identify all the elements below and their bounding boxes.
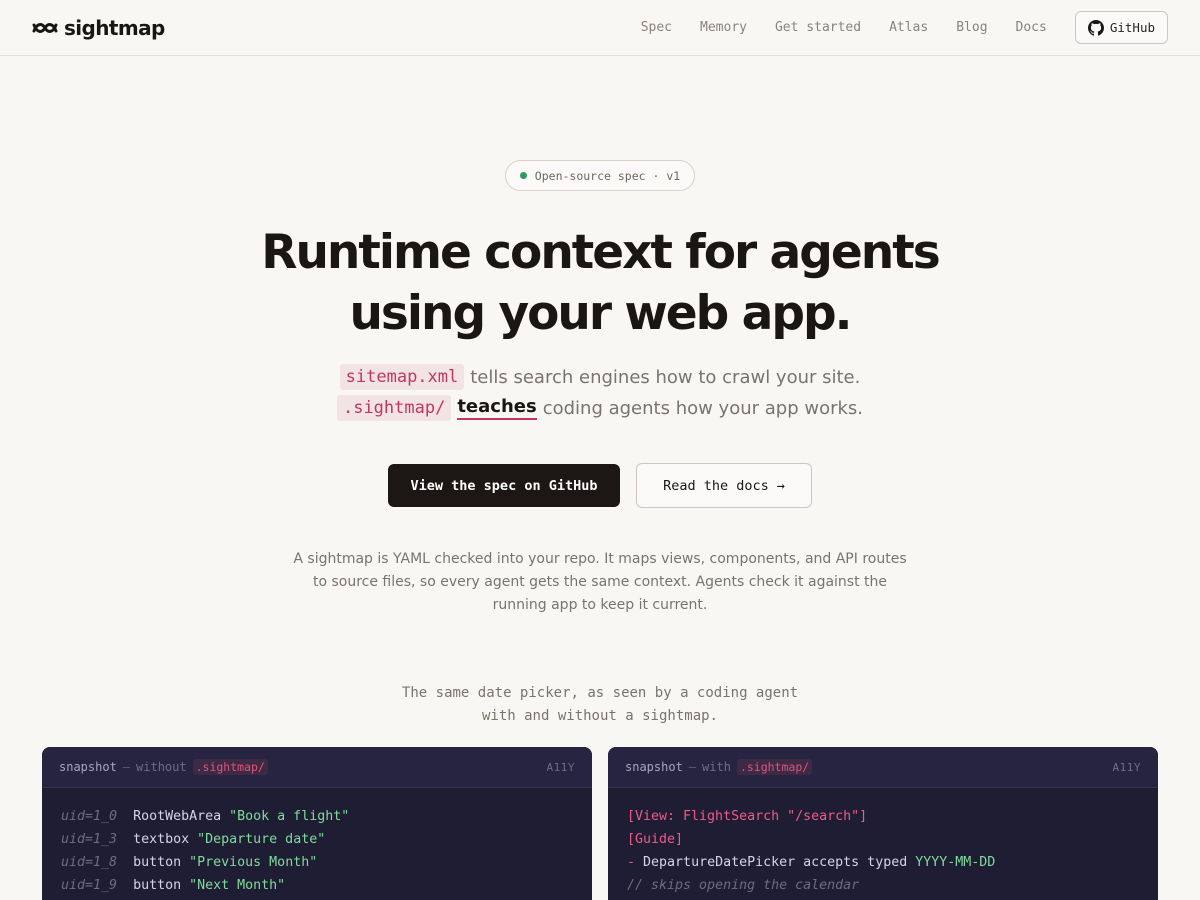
read-docs-label: Read the docs — [663, 477, 769, 494]
panel-tag: A11Y — [1112, 760, 1141, 774]
main-nav: Spec Memory Get started Atlas Blog Docs … — [641, 11, 1168, 44]
hero-title-line2: using your web app. — [349, 286, 852, 341]
github-label: GitHub — [1109, 20, 1155, 35]
code-line: uid=1_0 RootWebArea "Book a flight" — [61, 805, 573, 828]
comparison-caption-line2: with and without a sightmap. — [481, 708, 718, 724]
hero-description: A sightmap is YAML checked into your rep… — [293, 551, 907, 613]
panel-label: snapshot — [625, 760, 683, 774]
logo[interactable]: sightmap — [32, 16, 165, 40]
uid-text: uid=1_9 — [61, 878, 118, 893]
guide-text: DepartureDatePicker accepts typed — [643, 855, 908, 870]
snapshot-without-panel: snapshot — without .sightmap/ A11Y uid=1… — [42, 747, 592, 900]
tagline-sightmap: .sightmap/ teaches coding agents how you… — [0, 393, 1200, 423]
panel-chip: .sightmap/ — [192, 759, 268, 775]
name-text: "Next Month" — [189, 878, 286, 893]
badge-text: Open-source spec · v1 — [534, 168, 681, 183]
comparison-caption-line1: The same date picker, as seen by a codin… — [401, 685, 799, 701]
nav-spec[interactable]: Spec — [641, 20, 672, 35]
uid-text: uid=1_8 — [61, 855, 118, 870]
nav-docs[interactable]: Docs — [1016, 20, 1047, 35]
panel-separator: — — [688, 760, 697, 774]
hero-title: Runtime context for agents using your we… — [0, 222, 1200, 344]
name-text: "Previous Month" — [189, 855, 318, 870]
code-line-guide-item: - DepartureDatePicker accepts typed YYYY… — [627, 851, 1139, 874]
arrow-right-icon: → — [776, 477, 785, 494]
tagline-sightmap-text: coding agents how your app works. — [542, 397, 864, 419]
panel-mode: without — [136, 760, 187, 774]
sightmap-code-chip: .sightmap/ — [336, 395, 452, 421]
sitemap-code-chip: sitemap.xml — [339, 364, 465, 390]
role-text: button — [133, 855, 182, 870]
hero-title-line1: Runtime context for agents — [261, 225, 940, 280]
panel-header: snapshot — without .sightmap/ A11Y — [42, 747, 592, 788]
panel-tag: A11Y — [546, 760, 575, 774]
teaches-emphasis: teaches — [457, 396, 537, 420]
read-docs-button[interactable]: Read the docs → — [636, 463, 812, 508]
github-button[interactable]: GitHub — [1074, 11, 1168, 44]
code-line: uid=1_3 textbox "Departure date" — [61, 828, 573, 851]
view-spec-button[interactable]: View the spec on GitHub — [388, 464, 620, 507]
nav-atlas[interactable]: Atlas — [889, 20, 928, 35]
panel-code: [View: FlightSearch "/search"] [Guide] -… — [608, 788, 1158, 897]
nav-get-started[interactable]: Get started — [775, 20, 861, 35]
code-line-guide: [Guide] — [627, 832, 684, 847]
dash-text: - — [627, 855, 636, 870]
code-line: uid=1_9 button "Next Month" — [61, 874, 573, 897]
site-header: sightmap Spec Memory Get started Atlas B… — [0, 0, 1200, 56]
code-line: uid=1_8 button "Previous Month" — [61, 851, 573, 874]
role-text: RootWebArea — [133, 809, 222, 824]
role-text: button — [133, 878, 182, 893]
panel-header: snapshot — with .sightmap/ A11Y — [608, 747, 1158, 788]
logo-text: sightmap — [64, 15, 165, 40]
name-text: "Book a flight" — [229, 809, 350, 824]
status-dot — [519, 172, 527, 179]
code-line-comment: // skips opening the calendar — [627, 878, 860, 893]
panel-separator: — — [122, 760, 131, 774]
format-text: YYYY-MM-DD — [915, 855, 996, 870]
tagline-sitemap-text: tells search engines how to crawl your s… — [470, 366, 861, 388]
panel-code: uid=1_0 RootWebArea "Book a flight" uid=… — [42, 788, 592, 897]
uid-text: uid=1_0 — [61, 809, 118, 824]
snapshot-with-panel: snapshot — with .sightmap/ A11Y [View: F… — [608, 747, 1158, 900]
nav-blog[interactable]: Blog — [956, 20, 987, 35]
role-text: textbox — [133, 832, 190, 847]
code-line-view: [View: FlightSearch "/search"] — [627, 809, 868, 824]
github-icon — [1087, 19, 1104, 36]
nav-memory[interactable]: Memory — [700, 20, 747, 35]
tagline-sitemap: sitemap.xml tells search engines how to … — [0, 362, 1200, 392]
name-text: "Departure date" — [197, 832, 326, 847]
panel-label: snapshot — [59, 760, 117, 774]
sightmap-logo-icon — [32, 22, 58, 33]
panel-mode: with — [702, 760, 731, 774]
panel-chip: .sightmap/ — [736, 759, 813, 775]
version-badge: Open-source spec · v1 — [505, 160, 695, 191]
uid-text: uid=1_3 — [61, 832, 118, 847]
comparison-caption: The same date picker, as seen by a codin… — [300, 682, 900, 728]
